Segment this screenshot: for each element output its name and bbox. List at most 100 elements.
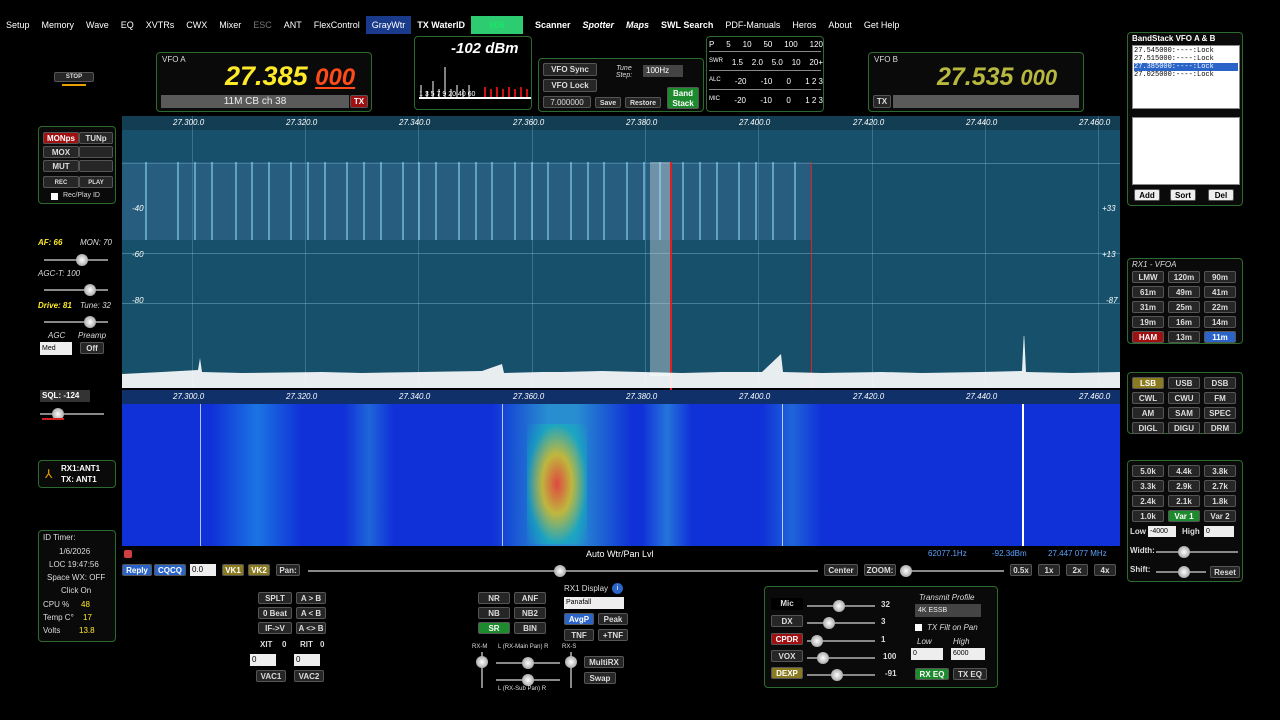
vac2-button[interactable]: VAC2 xyxy=(294,670,324,682)
menu-swl-search[interactable]: SWL Search xyxy=(655,16,719,34)
menu-get-help[interactable]: Get Help xyxy=(858,16,906,34)
dexp-slider[interactable] xyxy=(807,669,875,681)
band-11m-button[interactable]: 11m xyxy=(1204,331,1236,343)
mode-fm-button[interactable]: FM xyxy=(1204,392,1236,404)
transmit-profile-select[interactable]: 4K ESSB xyxy=(915,604,981,617)
filter-5-0k-button[interactable]: 5.0k xyxy=(1132,465,1164,477)
filter-var-1-button[interactable]: Var 1 xyxy=(1168,510,1200,522)
bandstack-entry-selected[interactable]: 27.385000:----:Lock xyxy=(1134,63,1238,71)
filter-3-8k-button[interactable]: 3.8k xyxy=(1204,465,1236,477)
menu-flexcontrol[interactable]: FlexControl xyxy=(308,16,366,34)
menu-maps[interactable]: Maps xyxy=(620,16,655,34)
empty-button-2[interactable] xyxy=(79,160,113,172)
anf-button[interactable]: ANF xyxy=(514,592,546,604)
zoom-1x-button[interactable]: 1x xyxy=(1038,564,1060,576)
band-120m-button[interactable]: 120m xyxy=(1168,271,1200,283)
vk1-button[interactable]: VK1 xyxy=(222,564,244,576)
mode-cwl-button[interactable]: CWL xyxy=(1132,392,1164,404)
rx-main-pan-slider[interactable] xyxy=(496,657,560,669)
peak-button[interactable]: Peak xyxy=(598,613,628,625)
split-button[interactable]: SPLT xyxy=(258,592,292,604)
band-25m-button[interactable]: 25m xyxy=(1168,301,1200,313)
vox-button[interactable]: VOX xyxy=(771,650,803,662)
zoom-slider[interactable] xyxy=(900,565,1004,577)
filter-1-8k-button[interactable]: 1.8k xyxy=(1204,495,1236,507)
filter-4-4k-button[interactable]: 4.4k xyxy=(1168,465,1200,477)
bandstack-notes[interactable] xyxy=(1132,117,1240,185)
menu-wave[interactable]: Wave xyxy=(80,16,115,34)
reply-button[interactable]: Reply xyxy=(122,564,152,576)
mode-spec-button[interactable]: SPEC xyxy=(1204,407,1236,419)
filter-reset-button[interactable]: Reset xyxy=(1210,566,1240,578)
band-41m-button[interactable]: 41m xyxy=(1204,286,1236,298)
recplay-id-checkbox[interactable] xyxy=(51,193,58,200)
tx-eq-button[interactable]: TX EQ xyxy=(953,668,987,680)
waterfall[interactable] xyxy=(122,404,1120,546)
tune-step-select[interactable]: 100Hz xyxy=(643,65,683,77)
bandstack-add-button[interactable]: Add xyxy=(1134,189,1160,201)
click-on-label[interactable]: Click On xyxy=(61,586,91,595)
mode-am-button[interactable]: AM xyxy=(1132,407,1164,419)
menu-esc[interactable]: ESC xyxy=(247,16,278,34)
play-button[interactable]: PLAY xyxy=(79,176,113,188)
menu-mixer[interactable]: Mixer xyxy=(213,16,247,34)
cqcq-button[interactable]: CQCQ xyxy=(154,564,186,576)
sr-button[interactable]: SR xyxy=(478,622,510,634)
vac1-button[interactable]: VAC1 xyxy=(256,670,286,682)
multirx-button[interactable]: MultiRX xyxy=(584,656,624,668)
vfo-sync-button[interactable]: VFO Sync xyxy=(543,63,597,76)
filter-1-0k-button[interactable]: 1.0k xyxy=(1132,510,1164,522)
agc-select[interactable]: Med xyxy=(40,342,72,355)
swap-button[interactable]: Swap xyxy=(584,672,616,684)
panadapter[interactable]: 27.300.0 27.320.0 27.340.0 27.360.0 27.380… xyxy=(122,116,1120,402)
mode-usb-button[interactable]: USB xyxy=(1168,377,1200,389)
menu-about[interactable]: About xyxy=(822,16,858,34)
rx-eq-button[interactable]: RX EQ xyxy=(915,668,949,680)
rx1-display-select[interactable]: Panafall xyxy=(564,597,624,609)
sql-slider[interactable] xyxy=(40,408,104,420)
cpdr-slider[interactable] xyxy=(807,635,875,647)
band-31m-button[interactable]: 31m xyxy=(1132,301,1164,313)
zero-beat-button[interactable]: 0 Beat xyxy=(258,607,292,619)
band-61m-button[interactable]: 61m xyxy=(1132,286,1164,298)
band-stack-button[interactable]: Band Stack xyxy=(667,87,699,109)
bandstack-del-button[interactable]: Del xyxy=(1208,189,1234,201)
if-to-v-button[interactable]: IF->V xyxy=(258,622,292,634)
filter-2-1k-button[interactable]: 2.1k xyxy=(1168,495,1200,507)
vfo-a-frequency[interactable]: 27.385 000 xyxy=(225,61,355,92)
bandstack-entry[interactable]: 27.545000:----:Lock xyxy=(1134,47,1238,55)
filter-2-9k-button[interactable]: 2.9k xyxy=(1168,480,1200,492)
bin-button[interactable]: BIN xyxy=(514,622,546,634)
rec-button[interactable]: REC xyxy=(43,176,79,188)
tx-filt-checkbox[interactable] xyxy=(915,624,922,631)
vfo-lock-button[interactable]: VFO Lock xyxy=(543,79,597,92)
filter-var-2-button[interactable]: Var 2 xyxy=(1204,510,1236,522)
agc-t-slider[interactable] xyxy=(44,284,108,296)
filter-high-input[interactable]: 0 xyxy=(1204,526,1234,537)
xit-input[interactable]: 0 xyxy=(250,654,276,666)
menu-setup[interactable]: Setup xyxy=(0,16,36,34)
zoom-2x-button[interactable]: 2x xyxy=(1066,564,1088,576)
mode-drm-button[interactable]: DRM xyxy=(1204,422,1236,434)
nb-button[interactable]: NB xyxy=(478,607,510,619)
vfo-b-tx-button[interactable]: TX xyxy=(873,95,891,108)
filter-3-3k-button[interactable]: 3.3k xyxy=(1132,480,1164,492)
band-19m-button[interactable]: 19m xyxy=(1132,316,1164,328)
restore-button[interactable]: Restore xyxy=(625,97,661,108)
filter-width-slider[interactable] xyxy=(1156,546,1238,558)
mode-cwu-button[interactable]: CWU xyxy=(1168,392,1200,404)
center-button[interactable]: Center xyxy=(824,564,858,576)
mode-digl-button[interactable]: DIGL xyxy=(1132,422,1164,434)
band-ham-button[interactable]: HAM xyxy=(1132,331,1164,343)
mic-slider[interactable] xyxy=(807,600,875,612)
menu-ant[interactable]: ANT xyxy=(278,16,308,34)
menu-xvtrs[interactable]: XVTRs xyxy=(140,16,181,34)
monps-button[interactable]: MONps xyxy=(43,132,79,144)
cpdr-button[interactable]: CPDR xyxy=(771,633,803,645)
mode-lsb-button[interactable]: LSB xyxy=(1132,377,1164,389)
mode-dsb-button[interactable]: DSB xyxy=(1204,377,1236,389)
tunp-button[interactable]: TUNp xyxy=(79,132,113,144)
filter-2-7k-button[interactable]: 2.7k xyxy=(1204,480,1236,492)
avgp-button[interactable]: AvgP xyxy=(564,613,594,625)
bandstack-entry[interactable]: 27.025000:----:Lock xyxy=(1134,71,1238,79)
